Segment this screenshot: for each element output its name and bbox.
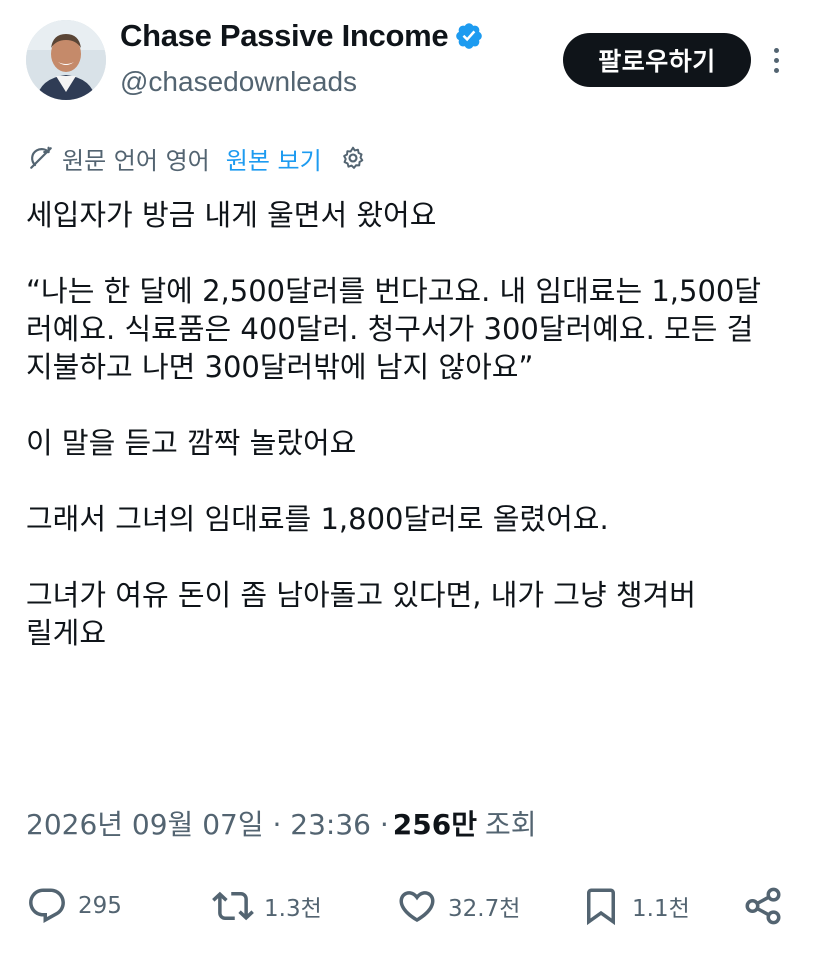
bookmark-button[interactable]: 1.1천 [580, 878, 690, 934]
tweet-paragraph: “나는 한 달에 2,500달러를 번다고요. 내 임대료는 1,500달러예요… [26, 274, 762, 384]
tweet-paragraph: 그래서 그녀의 임대료를 1,800달러로 올렸어요. [26, 502, 609, 536]
reply-button[interactable]: 295 [26, 878, 122, 934]
source-language-text: 원문 언어 영어 [62, 146, 210, 175]
tweet-paragraph: 이 말을 듣고 깜짝 놀랐어요 [26, 426, 357, 460]
views-count: 256만 [392, 808, 478, 841]
reply-icon [29, 888, 65, 923]
share-icon [745, 887, 781, 925]
retweet-count: 1.3천 [264, 896, 322, 922]
like-count: 32.7천 [448, 896, 521, 922]
user-handle[interactable]: @chasedownleads [120, 66, 357, 98]
tweet-header: Chase Passive Income @chasedownleads 팔로우… [0, 0, 816, 120]
avatar[interactable] [26, 20, 106, 100]
tweet-meta: 2026년 09월 07일 · 23:36 · 256만 조회 [26, 803, 537, 843]
avatar-image [26, 20, 106, 100]
bookmark-icon [587, 888, 615, 926]
follow-button[interactable]: 팔로우하기 [563, 33, 751, 87]
divider [0, 855, 816, 856]
display-name[interactable]: Chase Passive Income [120, 18, 449, 54]
bookmark-count: 1.1천 [632, 896, 690, 922]
tweet-timestamp[interactable]: 2026년 09월 07일 · 23:36 · [26, 803, 389, 843]
tweet-text: 세입자가 방금 내게 울면서 왔어요 “나는 한 달에 2,500달러를 번다고… [26, 196, 796, 652]
gear-icon[interactable] [340, 145, 366, 171]
like-button[interactable]: 32.7천 [396, 878, 520, 934]
retweet-button[interactable]: 1.3천 [212, 878, 322, 934]
tweet-paragraph: 그녀가 여유 돈이 좀 남아돌고 있다면, 내가 그냥 챙겨버릴게요 [26, 578, 696, 650]
translation-bar: 원문 언어 영어 원본 보기 [28, 140, 366, 176]
name-row: Chase Passive Income [120, 18, 484, 54]
tweet-paragraph: 세입자가 방금 내게 울면서 왔어요 [26, 198, 437, 232]
retweet-icon [212, 891, 254, 921]
more-icon[interactable] [762, 40, 790, 80]
reply-count: 295 [78, 893, 122, 919]
share-button[interactable] [742, 878, 784, 934]
views-label: 조회 [485, 808, 537, 841]
action-bar: 295 1.3천 32.7천 1.1천 [26, 878, 796, 934]
heart-icon [399, 891, 435, 923]
translate-icon [30, 146, 52, 169]
verified-badge-icon [456, 23, 483, 49]
view-original-link[interactable]: 원본 보기 [226, 141, 322, 176]
